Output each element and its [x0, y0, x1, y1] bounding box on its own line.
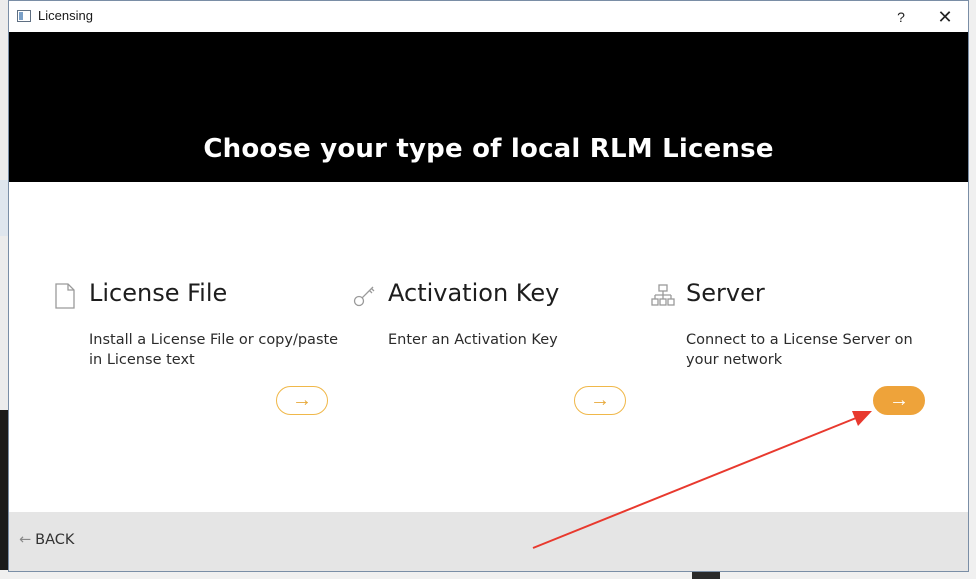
- title-bar[interactable]: Licensing ? ✕: [9, 1, 968, 32]
- help-button[interactable]: ?: [883, 3, 919, 31]
- option-description: Install a License File or copy/paste in …: [89, 332, 339, 368]
- option-license-file: License File Install a License File or c…: [54, 279, 338, 429]
- option-title: Server: [686, 279, 765, 307]
- activation-key-next-button[interactable]: →: [574, 386, 626, 415]
- back-button[interactable]: ← BACK: [19, 532, 74, 548]
- header-banner: Choose your type of local RLM License: [9, 32, 968, 182]
- app-window-icon: [17, 10, 31, 22]
- back-label: BACK: [35, 532, 75, 548]
- license-file-next-button[interactable]: →: [276, 386, 328, 415]
- desktop-background-right: [968, 0, 976, 579]
- back-arrow-icon: ←: [19, 532, 32, 548]
- footer-bar: ← BACK: [9, 512, 968, 571]
- option-description: Enter an Activation Key: [388, 332, 558, 348]
- option-title: License File: [89, 279, 228, 307]
- key-icon: [353, 283, 375, 309]
- server-next-button[interactable]: →: [873, 386, 925, 415]
- option-title: Activation Key: [388, 279, 560, 307]
- close-button[interactable]: ✕: [927, 3, 963, 31]
- licensing-dialog: Licensing ? ✕ Choose your type of local …: [8, 0, 969, 572]
- option-server: Server Connect to a License Server on yo…: [651, 279, 931, 429]
- network-icon: [651, 283, 675, 309]
- document-icon: [54, 283, 76, 309]
- page-title: Choose your type of local RLM License: [203, 134, 774, 164]
- window-title: Licensing: [38, 8, 93, 23]
- option-description: Connect to a License Server on your netw…: [686, 332, 913, 368]
- option-activation-key: Activation Key Enter an Activation Key →: [353, 279, 633, 429]
